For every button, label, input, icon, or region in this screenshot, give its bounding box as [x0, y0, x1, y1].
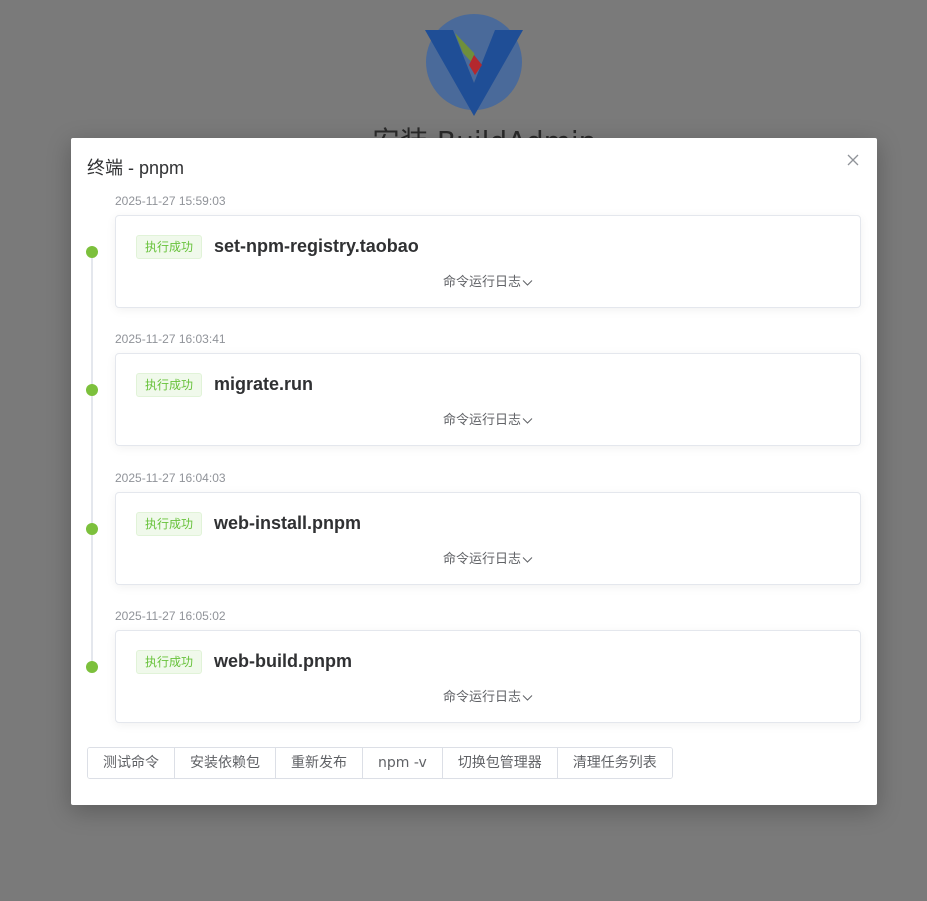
- chevron-down-icon: [522, 694, 533, 701]
- timeline-dot: [86, 384, 98, 396]
- log-toggle-label: 命令运行日志: [442, 275, 521, 290]
- timeline-item: 2025-11-27 16:03:41 执行成功 migrate.run 命令运…: [71, 332, 877, 462]
- log-toggle-button[interactable]: 命令运行日志: [116, 271, 860, 290]
- close-button[interactable]: [841, 148, 865, 172]
- command-name: migrate.run: [214, 374, 314, 394]
- install-dependencies-button[interactable]: 安装依赖包: [175, 748, 276, 778]
- status-badge: 执行成功: [136, 650, 203, 674]
- timeline-item: 2025-11-27 16:04:03 执行成功 web-install.pnp…: [71, 471, 877, 601]
- action-button-group: 测试命令 安装依赖包 重新发布 npm -v 切换包管理器 清理任务列表: [87, 747, 673, 779]
- status-badge: 执行成功: [136, 512, 203, 536]
- task-card: 执行成功 web-build.pnpm 命令运行日志: [115, 630, 861, 723]
- republish-button[interactable]: 重新发布: [276, 748, 363, 778]
- log-toggle-button[interactable]: 命令运行日志: [116, 548, 860, 567]
- chevron-down-icon: [522, 556, 533, 563]
- command-name: set-npm-registry.taobao: [214, 236, 419, 256]
- task-timestamp: 2025-11-27 16:03:41: [115, 332, 226, 346]
- dialog-title: 终端 - pnpm: [87, 158, 185, 178]
- task-card: 执行成功 set-npm-registry.taobao 命令运行日志: [115, 215, 861, 308]
- timeline-dot: [86, 523, 98, 535]
- switch-package-manager-button[interactable]: 切换包管理器: [442, 748, 558, 778]
- command-name: web-build.pnpm: [214, 651, 352, 671]
- task-timestamp: 2025-11-27 16:04:03: [115, 471, 226, 485]
- chevron-down-icon: [522, 417, 533, 424]
- close-icon[interactable]: [847, 154, 859, 166]
- npm-version-button[interactable]: npm -v: [363, 748, 443, 778]
- test-command-button[interactable]: 测试命令: [88, 748, 175, 778]
- log-toggle-button[interactable]: 命令运行日志: [116, 686, 860, 705]
- timeline-item: 2025-11-27 15:59:03 执行成功 set-npm-registr…: [71, 194, 877, 324]
- clear-task-list-button[interactable]: 清理任务列表: [557, 748, 672, 778]
- log-toggle-label: 命令运行日志: [442, 413, 521, 428]
- task-timestamp: 2025-11-27 15:59:03: [115, 194, 226, 208]
- chevron-down-icon: [522, 279, 533, 286]
- terminal-dialog: 终端 - pnpm 2025-11-27 15:59:03 执行成功 set-n…: [71, 138, 877, 805]
- task-card: 执行成功 web-install.pnpm 命令运行日志: [115, 492, 861, 585]
- log-toggle-button[interactable]: 命令运行日志: [116, 409, 860, 428]
- buildadmin-logo-icon: [425, 14, 523, 116]
- status-badge: 执行成功: [136, 235, 203, 259]
- log-toggle-label: 命令运行日志: [442, 690, 521, 705]
- task-card: 执行成功 migrate.run 命令运行日志: [115, 353, 861, 446]
- command-name: web-install.pnpm: [214, 513, 362, 533]
- task-timestamp: 2025-11-27 16:05:02: [115, 609, 226, 623]
- status-badge: 执行成功: [136, 373, 203, 397]
- timeline-dot: [86, 661, 98, 673]
- log-toggle-label: 命令运行日志: [442, 552, 521, 567]
- timeline-dot: [86, 246, 98, 258]
- timeline-item: 2025-11-27 16:05:02 执行成功 web-build.pnpm …: [71, 609, 877, 739]
